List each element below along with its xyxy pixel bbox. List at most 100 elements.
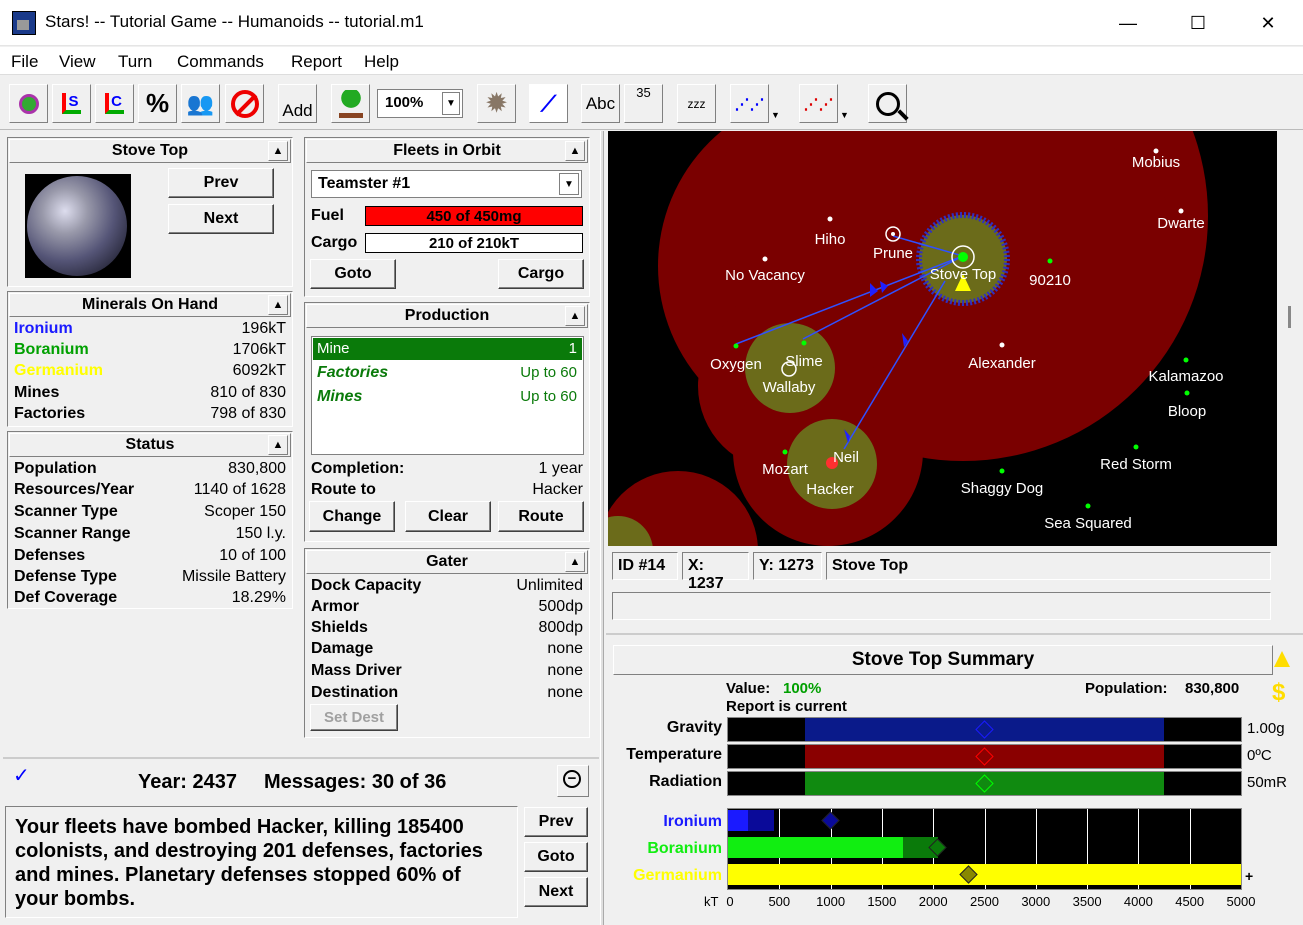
queue-item[interactable]: Factories Up to 60 bbox=[313, 362, 582, 384]
zoom-select[interactable]: 100% ▼ bbox=[377, 89, 463, 118]
change-button[interactable]: Change bbox=[309, 501, 395, 532]
queue-item[interactable]: Mine 1 bbox=[313, 338, 582, 360]
ship-count-button[interactable]: 35 bbox=[624, 84, 663, 123]
goto-fleet-button[interactable]: Goto bbox=[310, 259, 396, 289]
cargo-button[interactable]: Cargo bbox=[498, 259, 584, 289]
chevron-down-icon: ▼ bbox=[771, 110, 780, 120]
value-percent-button[interactable]: % bbox=[138, 84, 177, 123]
planet-dot[interactable] bbox=[1085, 503, 1091, 509]
queue-item[interactable]: Mines Up to 60 bbox=[313, 386, 582, 408]
menu-report[interactable]: Report bbox=[291, 52, 342, 72]
planet-names-button[interactable]: Abc bbox=[581, 84, 620, 123]
concentration-button[interactable]: C bbox=[95, 84, 134, 123]
idle-fleets-button[interactable]: zzz bbox=[677, 84, 716, 123]
planet-dot[interactable] bbox=[1047, 258, 1053, 264]
planet-label[interactable]: Hiho bbox=[815, 231, 846, 248]
menu-file[interactable]: File bbox=[11, 52, 38, 72]
collapse-icon[interactable]: ▲ bbox=[565, 141, 585, 161]
report-status: Report is current bbox=[726, 698, 847, 715]
mineral-surface-bar bbox=[728, 837, 904, 858]
planet-dot[interactable] bbox=[999, 468, 1005, 474]
planet-label[interactable]: Stove Top bbox=[930, 266, 996, 283]
next-planet-button[interactable]: Next bbox=[168, 204, 274, 234]
fleet-paths-button[interactable]: ⟋ bbox=[529, 84, 568, 123]
population-button[interactable]: 👥 bbox=[181, 84, 220, 123]
maximize-button[interactable]: ☐ bbox=[1163, 0, 1233, 46]
enemy-filter-button[interactable]: ⋰⋰ bbox=[799, 84, 838, 123]
minimize-button[interactable]: — bbox=[1093, 0, 1163, 46]
menu-commands[interactable]: Commands bbox=[177, 52, 264, 72]
set-dest-button[interactable]: Set Dest bbox=[310, 704, 398, 731]
planet-dot[interactable] bbox=[1133, 444, 1139, 450]
planet-label[interactable]: Neil bbox=[833, 449, 859, 466]
planet-label[interactable]: No Vacancy bbox=[725, 267, 805, 284]
prev-planet-button[interactable]: Prev bbox=[168, 168, 274, 198]
planet-label[interactable]: Mobius bbox=[1132, 154, 1180, 171]
mineral-value: 196kT bbox=[241, 320, 286, 337]
fuel-label: Fuel bbox=[311, 207, 344, 224]
menu-help[interactable]: Help bbox=[364, 52, 399, 72]
mine-field-button[interactable]: ✹ bbox=[477, 84, 516, 123]
planet-dot[interactable] bbox=[782, 449, 788, 455]
planet-dot[interactable] bbox=[1153, 148, 1159, 154]
planet-label[interactable]: Slime bbox=[785, 353, 823, 370]
next-message-button[interactable]: Next bbox=[524, 877, 588, 907]
planet-label[interactable]: Shaggy Dog bbox=[961, 480, 1044, 497]
planet-label[interactable]: Sea Squared bbox=[1044, 515, 1132, 532]
production-queue[interactable]: Mine 1 Factories Up to 60 Mines Up to 60 bbox=[311, 336, 584, 455]
prev-message-button[interactable]: Prev bbox=[524, 807, 588, 837]
planet-label[interactable]: Dwarte bbox=[1157, 215, 1205, 232]
collapse-icon[interactable]: ▲ bbox=[565, 552, 585, 572]
scanner-tree-button[interactable] bbox=[331, 84, 370, 123]
friendly-filter-dropdown[interactable]: ▼ bbox=[771, 84, 788, 123]
planet-dot[interactable] bbox=[762, 256, 768, 262]
planet-dot[interactable] bbox=[801, 340, 807, 346]
collapse-icon[interactable]: ▲ bbox=[268, 435, 288, 455]
clear-button[interactable]: Clear bbox=[405, 501, 491, 532]
planet-label[interactable]: Wallaby bbox=[763, 379, 816, 396]
planet-label[interactable]: Oxygen bbox=[710, 356, 762, 373]
menu-bar: File View Turn Commands Report Help bbox=[0, 47, 1303, 75]
add-waypoint-button[interactable]: Add bbox=[278, 84, 317, 123]
close-button[interactable]: ✕ bbox=[1233, 0, 1303, 46]
planet-label[interactable]: Red Storm bbox=[1100, 456, 1172, 473]
env-bar bbox=[727, 717, 1242, 742]
checkmark-icon[interactable]: ✓ bbox=[13, 763, 30, 788]
zoom-out-button[interactable]: − bbox=[557, 765, 589, 797]
star-map[interactable]: Mobius Dwarte Hiho Prune No Vacancy Stove Top… bbox=[608, 131, 1277, 546]
friendly-filter-button[interactable]: ⋰⋰ bbox=[730, 84, 769, 123]
enemy-filter-dropdown[interactable]: ▼ bbox=[840, 84, 857, 123]
planet-dot[interactable] bbox=[733, 343, 739, 349]
planet-label[interactable]: Prune bbox=[873, 245, 913, 262]
planet-dot[interactable] bbox=[827, 216, 833, 222]
collapse-icon[interactable]: ▲ bbox=[268, 295, 288, 315]
planet-label[interactable]: 90210 bbox=[1029, 272, 1071, 289]
map-scrollbar[interactable] bbox=[1282, 131, 1299, 546]
menu-turn[interactable]: Turn bbox=[118, 52, 152, 72]
collapse-icon[interactable]: ▲ bbox=[565, 306, 585, 326]
env-label: Temperature bbox=[626, 746, 722, 763]
status-header: Status ▲ bbox=[9, 433, 291, 457]
goto-message-button[interactable]: Goto bbox=[524, 842, 588, 872]
menu-view[interactable]: View bbox=[59, 52, 96, 72]
planet-label[interactable]: Bloop bbox=[1168, 403, 1206, 420]
no-info-button[interactable] bbox=[225, 84, 264, 123]
find-button[interactable] bbox=[868, 84, 909, 123]
title-bar: Stars! -- Tutorial Game -- Humanoids -- … bbox=[0, 0, 1303, 46]
mineral-label: Boranium bbox=[14, 341, 89, 358]
planet-dot[interactable] bbox=[1183, 357, 1189, 363]
planet-dot[interactable] bbox=[1184, 390, 1190, 396]
planet-label[interactable]: Hacker bbox=[806, 481, 854, 498]
planet-dot[interactable] bbox=[999, 342, 1005, 348]
planet-view-button[interactable] bbox=[9, 84, 48, 123]
splitter[interactable] bbox=[600, 131, 604, 925]
planet-label[interactable]: Alexander bbox=[968, 355, 1036, 372]
route-button[interactable]: Route bbox=[498, 501, 584, 532]
collapse-icon[interactable]: ▲ bbox=[268, 141, 288, 161]
surface-minerals-button[interactable]: S bbox=[52, 84, 91, 123]
env-label: Radiation bbox=[649, 773, 722, 790]
planet-label[interactable]: Kalamazoo bbox=[1148, 368, 1223, 385]
planet-label[interactable]: Mozart bbox=[762, 461, 808, 478]
fleet-select[interactable]: Teamster #1 ▼ bbox=[311, 170, 582, 198]
planet-dot[interactable] bbox=[1178, 208, 1184, 214]
